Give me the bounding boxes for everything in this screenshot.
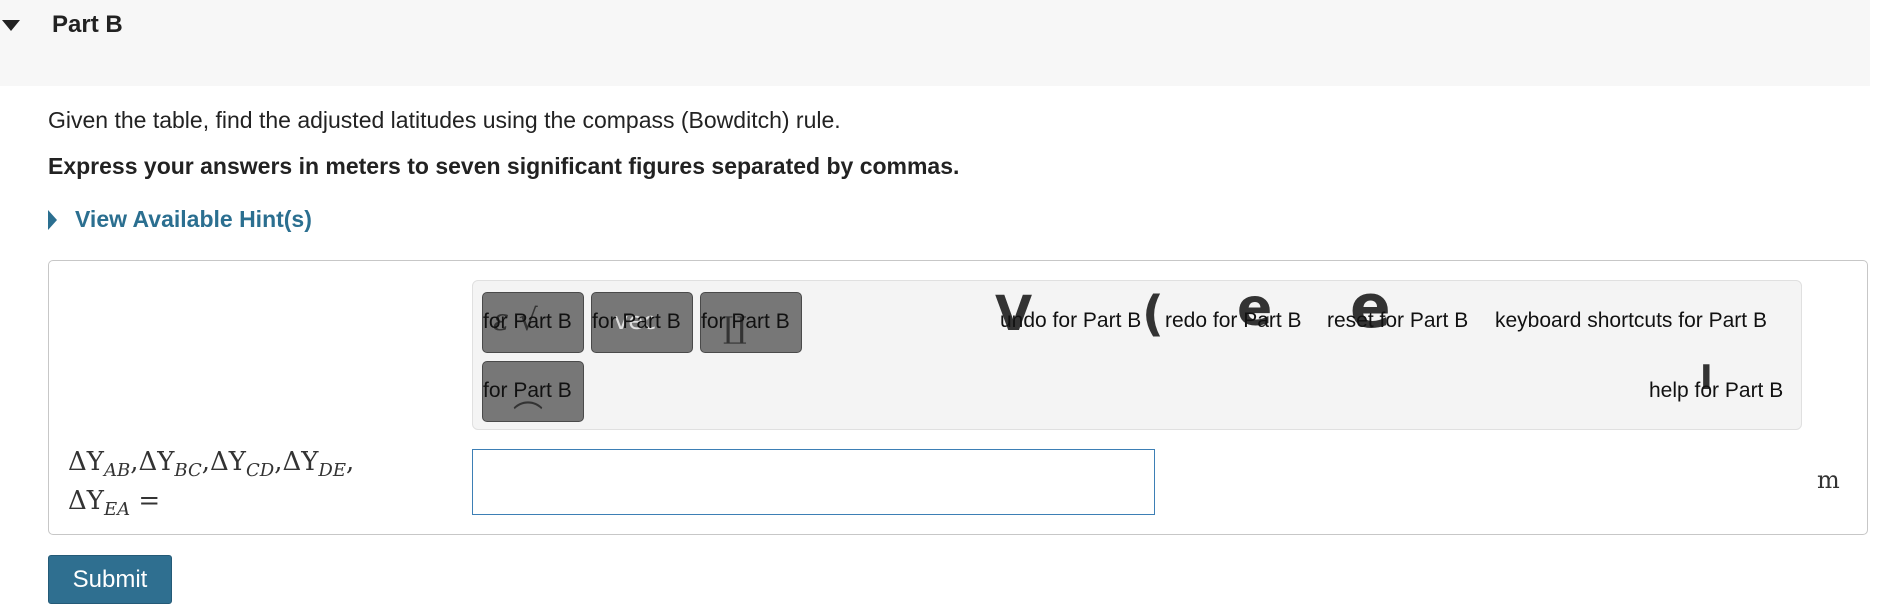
view-hints-label: View Available Hint(s) bbox=[75, 206, 312, 232]
caret-down-icon[interactable] bbox=[2, 20, 20, 31]
answer-label: ΔYAB,ΔYBC,ΔYCD,ΔYDE, ΔYEA = bbox=[68, 447, 355, 521]
part-header[interactable]: Part B bbox=[0, 0, 1870, 86]
unit-label: m bbox=[1817, 466, 1840, 494]
problem-instruction: Given the table, find the adjusted latit… bbox=[48, 107, 841, 133]
caret-right-icon bbox=[48, 209, 57, 230]
reset-button[interactable]: reset for Part B bbox=[1327, 309, 1468, 333]
symbols-button[interactable]: ∐ for Part B bbox=[700, 292, 802, 353]
redo-icon: ( bbox=[1142, 286, 1164, 342]
help-button[interactable]: help for Part B bbox=[1649, 379, 1783, 403]
view-hints-link[interactable]: View Available Hint(s) bbox=[48, 206, 312, 233]
answer-input[interactable] bbox=[472, 449, 1155, 515]
answer-format-instruction: Express your answers in meters to seven … bbox=[48, 153, 960, 179]
keyboard-shortcuts-button[interactable]: keyboard shortcuts for Part B bbox=[1495, 309, 1767, 333]
part-title: Part B bbox=[52, 11, 123, 38]
more-button[interactable]: ⌒ for Part B bbox=[482, 361, 584, 422]
templates-button[interactable]: ε √ for Part B bbox=[482, 292, 584, 353]
vector-button[interactable]: vec for Part B bbox=[591, 292, 693, 353]
redo-button[interactable]: redo for Part B bbox=[1165, 309, 1302, 333]
undo-button[interactable]: undo for Part B bbox=[1000, 309, 1141, 333]
submit-button[interactable]: Submit bbox=[48, 555, 172, 604]
